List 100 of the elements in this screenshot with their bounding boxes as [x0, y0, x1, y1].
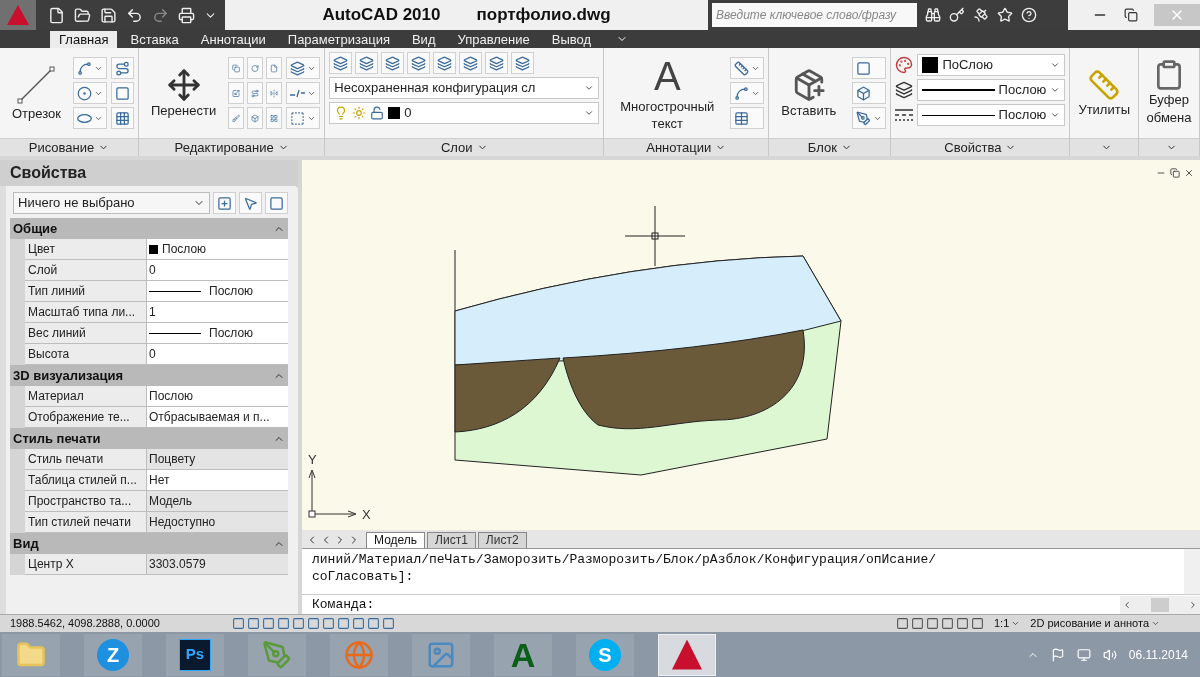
- ribbon-tab[interactable]: Главная: [50, 31, 118, 48]
- layout-tab[interactable]: Лист2: [477, 532, 527, 548]
- binoculars-icon[interactable]: [925, 7, 941, 23]
- section-header[interactable]: Стиль печати: [10, 428, 288, 449]
- ribbon-tab[interactable]: Параметризация: [278, 31, 399, 48]
- hatch-button[interactable]: [111, 107, 134, 129]
- stretch-button[interactable]: [266, 57, 283, 79]
- property-value[interactable]: 0: [147, 344, 288, 364]
- layers-button[interactable]: [381, 52, 405, 74]
- layout-tab[interactable]: Модель: [366, 532, 426, 548]
- pickadd-button[interactable]: [265, 192, 288, 214]
- toggle-icon[interactable]: [232, 617, 245, 630]
- property-value[interactable]: Послою: [147, 239, 288, 259]
- offset-button[interactable]: [247, 82, 264, 104]
- color-dropdown[interactable]: ПоСлою: [917, 54, 1066, 76]
- toggle-icon[interactable]: [955, 617, 969, 630]
- ribbon-tab[interactable]: Вывод: [542, 31, 601, 48]
- break-line-button[interactable]: [286, 82, 321, 104]
- layers-button[interactable]: [355, 52, 379, 74]
- clipboard-button[interactable]: Буфер обмена: [1139, 59, 1199, 127]
- open-folder-icon[interactable]: [74, 6, 91, 24]
- layout-tab[interactable]: Лист1: [427, 532, 476, 548]
- section-header[interactable]: Вид: [10, 533, 288, 554]
- mtext-button[interactable]: A Многострочный текст: [608, 54, 727, 132]
- close-icon[interactable]: [1184, 168, 1194, 178]
- property-value[interactable]: Нет: [147, 470, 288, 490]
- search-field[interactable]: Введите ключевое слово/фразу: [712, 3, 917, 27]
- printer-icon[interactable]: [178, 6, 195, 24]
- layers-button[interactable]: [407, 52, 431, 74]
- toggle-icon[interactable]: [307, 617, 320, 630]
- layers-button[interactable]: [485, 52, 509, 74]
- satellite-icon[interactable]: [973, 7, 989, 23]
- toggle-icon[interactable]: [277, 617, 290, 630]
- ellipse-button[interactable]: [73, 107, 107, 129]
- ribbon-tab[interactable]: Управление: [448, 31, 539, 48]
- circle-button[interactable]: [73, 82, 107, 104]
- toggle-icon[interactable]: [910, 617, 924, 630]
- save-icon[interactable]: [100, 6, 117, 24]
- scale-button[interactable]: [228, 82, 245, 104]
- layers-button[interactable]: [329, 52, 353, 74]
- section-header[interactable]: Общие: [10, 218, 288, 239]
- lineweight-dropdown[interactable]: Послою: [917, 79, 1066, 101]
- taskbar-app[interactable]: [2, 633, 60, 676]
- overlap-button[interactable]: [286, 57, 321, 79]
- property-value[interactable]: 0: [147, 260, 288, 280]
- property-value[interactable]: Отбрасываемая и п...: [147, 407, 288, 427]
- array-box-button[interactable]: [247, 107, 264, 129]
- toggle-icon[interactable]: [337, 617, 350, 630]
- workspace-dropdown[interactable]: 2D рисование и аннота: [1030, 615, 1160, 632]
- new-file-icon[interactable]: [48, 6, 65, 24]
- restore-icon[interactable]: [1170, 168, 1180, 178]
- layers-button[interactable]: [459, 52, 483, 74]
- polyline-button[interactable]: [73, 57, 107, 79]
- redo-icon[interactable]: [152, 6, 169, 24]
- create-block-button[interactable]: [852, 57, 887, 79]
- toggle-icon[interactable]: [970, 617, 984, 630]
- ribbon-tab[interactable]: Вставка: [121, 31, 188, 48]
- toggle-icon[interactable]: [352, 617, 365, 630]
- toggle-icon[interactable]: [925, 617, 939, 630]
- layers-button[interactable]: [511, 52, 535, 74]
- annotation-scale-dropdown[interactable]: 1:1: [993, 615, 1021, 632]
- property-value[interactable]: Послою: [147, 281, 288, 301]
- fillet-button[interactable]: [286, 107, 321, 129]
- toggle-icon[interactable]: [382, 617, 395, 630]
- selection-dropdown[interactable]: Ничего не выбрано: [13, 192, 210, 214]
- ribbon-tab[interactable]: Аннотации: [191, 31, 275, 48]
- horizontal-scrollbar[interactable]: [1120, 595, 1200, 614]
- property-value[interactable]: Послою: [147, 323, 288, 343]
- ribbon-tab[interactable]: Вид: [402, 31, 445, 48]
- undo-icon[interactable]: [126, 6, 143, 24]
- line-tool-button[interactable]: Отрезок: [4, 64, 69, 122]
- toggle-icon[interactable]: [895, 617, 909, 630]
- utilities-button[interactable]: Утилиты: [1070, 68, 1138, 118]
- command-prompt[interactable]: Команда:: [302, 594, 1120, 615]
- section-header[interactable]: 3D визуализация: [10, 365, 288, 386]
- grid-button[interactable]: [266, 107, 283, 129]
- key-icon[interactable]: [949, 7, 965, 23]
- table-button[interactable]: [730, 107, 765, 129]
- brush-button[interactable]: [228, 107, 245, 129]
- flag-icon[interactable]: [1050, 647, 1065, 662]
- attribute-button[interactable]: [852, 107, 887, 129]
- curve-button[interactable]: [111, 57, 134, 79]
- rectangle-button[interactable]: [111, 82, 134, 104]
- quick-select-button[interactable]: [213, 192, 236, 214]
- toggle-icon[interactable]: [292, 617, 305, 630]
- drawing-canvas[interactable]: Y X: [302, 160, 1200, 530]
- restore-icon[interactable]: [1124, 8, 1138, 22]
- property-value[interactable]: 1: [147, 302, 288, 322]
- vertical-scrollbar[interactable]: [1184, 549, 1200, 594]
- network-icon[interactable]: [1076, 647, 1091, 662]
- select-objects-button[interactable]: [239, 192, 262, 214]
- copy-button[interactable]: [228, 57, 245, 79]
- scrollbar-thumb[interactable]: [1151, 597, 1169, 612]
- panel-label[interactable]: Слои: [440, 137, 473, 158]
- leader-button[interactable]: [730, 82, 765, 104]
- help-icon[interactable]: [1021, 7, 1037, 23]
- toggle-icon[interactable]: [322, 617, 335, 630]
- property-value[interactable]: Послою: [147, 386, 288, 406]
- toggle-icon[interactable]: [367, 617, 380, 630]
- layers-button[interactable]: [433, 52, 457, 74]
